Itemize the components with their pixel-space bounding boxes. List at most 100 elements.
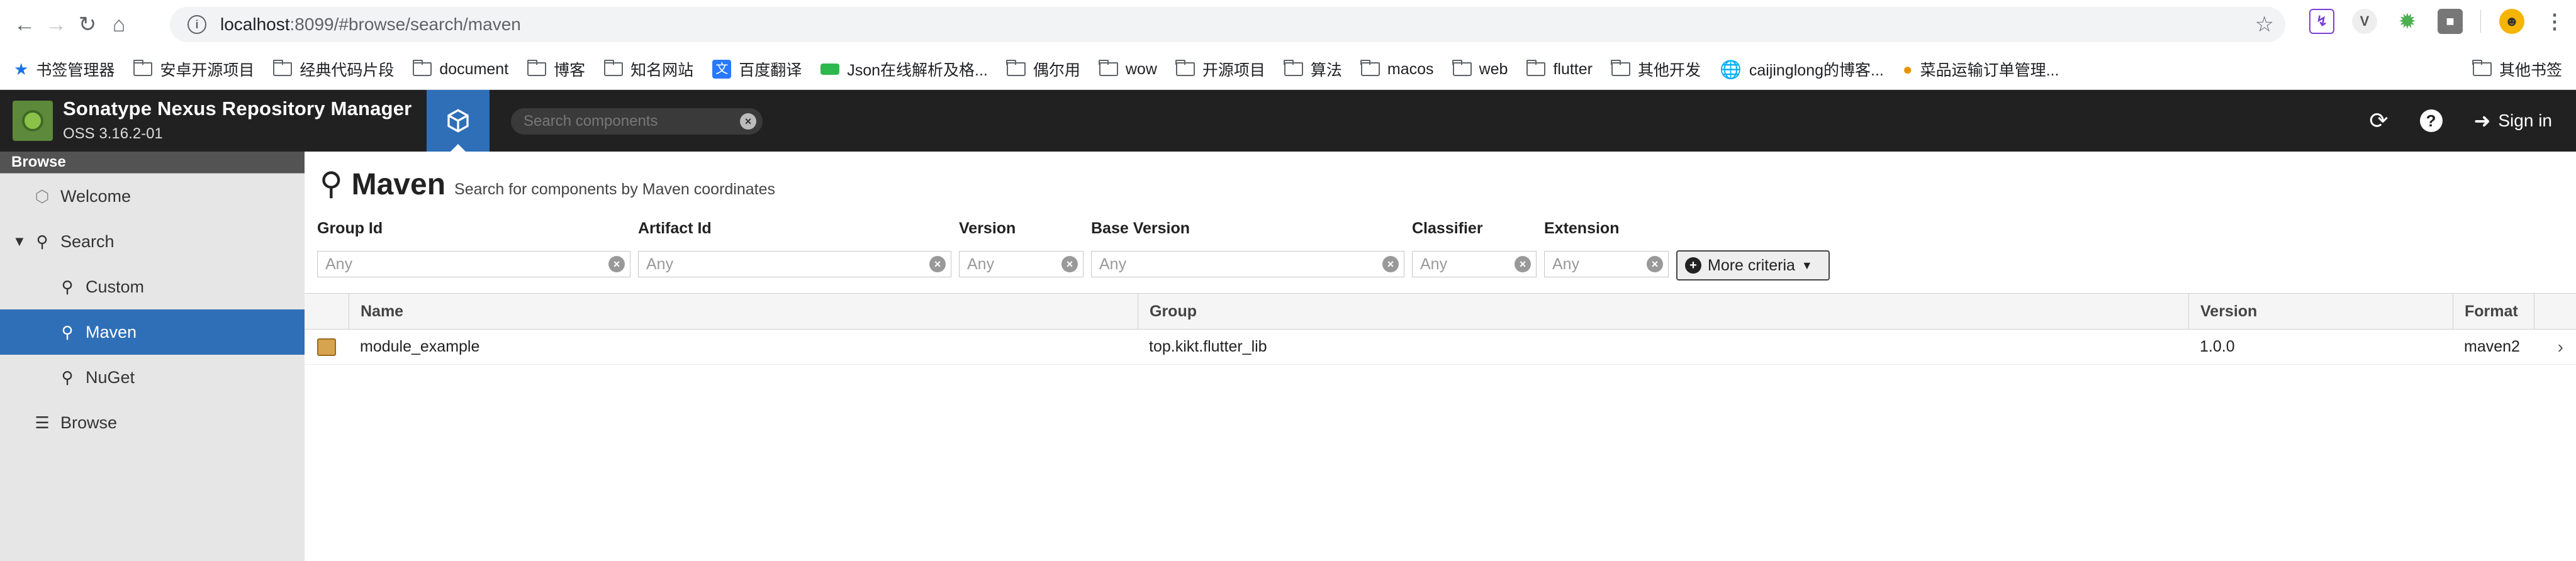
bookmark-item[interactable]: 文百度翻译 (712, 58, 802, 81)
caret-down-icon[interactable]: ▼ (13, 233, 26, 250)
bookmark-label: 其他开发 (1637, 62, 1701, 79)
brand: Sonatype Nexus Repository Manager OSS 3.… (63, 97, 412, 143)
bookmark-label: 安卓开源项目 (160, 62, 255, 79)
search-icon: ⚲ (61, 322, 74, 342)
refresh-icon[interactable]: ⟳ (2369, 108, 2388, 134)
base-version-input[interactable]: Any × (1091, 251, 1404, 277)
bookmark-item[interactable]: ● 菜品运输订单管理... (1903, 58, 2059, 81)
artifact-id-input[interactable]: Any × (638, 251, 951, 277)
folder-icon (1611, 60, 1630, 76)
page-title: Maven (351, 168, 446, 201)
table-row[interactable]: module_example top.kikt.flutter_lib 1.0.… (305, 330, 2576, 365)
bookmark-item[interactable]: 开源项目 (1175, 58, 1265, 81)
sidebar-item-label: Search (60, 231, 115, 251)
extension-input[interactable]: Any × (1544, 251, 1669, 277)
bookmark-item[interactable]: flutter (1526, 60, 1593, 79)
chevron-right-icon[interactable]: › (2558, 337, 2563, 357)
extension-icon[interactable]: ↯ (2309, 9, 2334, 34)
filter-placeholder: Any (1420, 255, 1448, 273)
bookmark-label: 知名网站 (630, 62, 694, 79)
clear-icon[interactable]: × (1061, 256, 1078, 272)
column-header-group[interactable]: Group (1138, 294, 2188, 329)
clear-icon[interactable]: × (740, 113, 756, 130)
more-criteria-button[interactable]: + More criteria ▼ (1676, 250, 1830, 280)
sidebar-item-custom[interactable]: ⚲ Custom (0, 264, 305, 309)
search-components-input[interactable]: Search components × (511, 108, 763, 135)
gear-extension-icon[interactable]: ✹ (2395, 9, 2420, 34)
bookmark-star-icon[interactable]: ☆ (2255, 12, 2274, 37)
info-icon[interactable]: i (188, 15, 206, 34)
bookmark-item[interactable]: document (412, 60, 508, 79)
bookmark-item[interactable]: 安卓开源项目 (133, 58, 254, 81)
bookmark-item[interactable]: ★ 书签管理器 (14, 58, 115, 81)
url-bar[interactable]: i localhost:8099/#browse/search/maven ☆ (170, 7, 2285, 42)
bookmark-item[interactable]: macos (1360, 60, 1434, 79)
bookmark-item[interactable]: 算法 (1284, 58, 1342, 81)
sidebar-item-label: NuGet (86, 367, 135, 387)
nexus-logo[interactable] (13, 101, 53, 141)
column-header-name[interactable]: Name (349, 294, 1138, 329)
bookmark-label: macos (1387, 60, 1434, 78)
forward-icon[interactable]: → (40, 9, 72, 40)
sign-in-icon: ➜ (2473, 109, 2491, 132)
bookmark-item[interactable]: 其他开发 (1611, 58, 1701, 81)
header-actions: ⟳ ? ➜ Sign in (2369, 90, 2552, 152)
clear-icon[interactable]: × (929, 256, 946, 272)
filter-label: Classifier (1412, 219, 1483, 237)
classifier-input[interactable]: Any × (1412, 251, 1537, 277)
version-input[interactable]: Any × (959, 251, 1084, 277)
bookmark-label: 开源项目 (1202, 62, 1265, 79)
filter-artifact-id: Artifact Id Any × (638, 219, 951, 277)
bookmark-item[interactable]: 🌐 caijinglong的博客... (1720, 58, 1884, 81)
folder-icon (1006, 60, 1026, 76)
filter-label: Extension (1544, 219, 1620, 237)
reload-icon[interactable]: ↻ (72, 9, 103, 40)
home-icon[interactable]: ⌂ (103, 9, 135, 40)
search-icon: ⚲ (36, 231, 48, 251)
more-criteria-label: More criteria (1708, 256, 1795, 274)
folder-icon (1526, 60, 1546, 76)
menu-dots-icon[interactable]: ⋮ (2542, 9, 2567, 34)
bookmark-label: Json在线解析及格... (847, 62, 988, 79)
filter-placeholder: Any (646, 255, 674, 273)
clear-icon[interactable]: × (1647, 256, 1663, 272)
sign-in-button[interactable]: ➜ Sign in (2474, 109, 2552, 133)
folder-icon (1360, 60, 1380, 76)
sidebar-item-search[interactable]: ▼ ⚲ Search (0, 219, 305, 264)
folder-icon (527, 60, 547, 76)
clear-icon[interactable]: × (1382, 256, 1399, 272)
app-header: Sonatype Nexus Repository Manager OSS 3.… (0, 90, 2576, 152)
bookmark-item[interactable]: wow (1099, 60, 1157, 79)
back-icon[interactable]: ← (9, 9, 40, 40)
column-header-format[interactable]: Format (2453, 294, 2534, 329)
group-id-input[interactable]: Any × (317, 251, 630, 277)
sidebar-item-nuget[interactable]: ⚲ NuGet (0, 355, 305, 400)
vue-extension-icon[interactable]: V (2352, 9, 2377, 34)
avatar[interactable]: ☻ (2499, 9, 2524, 34)
bookmark-item[interactable]: 偶尔用 (1006, 58, 1080, 81)
app-version: OSS 3.16.2-01 (63, 125, 163, 142)
filter-placeholder: Any (325, 255, 353, 273)
bookmark-item[interactable]: web (1452, 60, 1508, 79)
sidebar-item-browse[interactable]: ☰ Browse (0, 400, 305, 445)
sidebar: Browse ⬡ Welcome ▼ ⚲ Search ⚲ Custom ⚲ M… (0, 152, 305, 561)
bookmark-item[interactable]: Json在线解析及格... (820, 58, 988, 81)
page-header: ⚲ Maven Search for components by Maven c… (320, 165, 775, 202)
bookmark-label: wow (1125, 60, 1157, 78)
sidebar-item-label: Custom (86, 277, 145, 296)
sidebar-item-maven[interactable]: ⚲ Maven (0, 309, 305, 355)
help-icon[interactable]: ? (2419, 109, 2443, 132)
clear-icon[interactable]: × (1515, 256, 1531, 272)
column-header-version[interactable]: Version (2188, 294, 2453, 329)
url-path: :8099/#browse/search/maven (289, 14, 521, 34)
browse-mode-button[interactable] (427, 90, 490, 152)
bookmark-item[interactable]: 经典代码片段 (272, 58, 394, 81)
bookmark-item[interactable]: 知名网站 (603, 58, 694, 81)
other-bookmarks[interactable]: 其他书签 (2472, 58, 2562, 81)
sidebar-item-welcome[interactable]: ⬡ Welcome (0, 174, 305, 219)
clear-icon[interactable]: × (608, 256, 625, 272)
filter-version: Version Any × (959, 219, 1084, 277)
toolbar-divider (2480, 10, 2482, 33)
bookmark-item[interactable]: 博客 (527, 58, 585, 81)
cube-extension-icon[interactable]: ■ (2438, 9, 2463, 34)
